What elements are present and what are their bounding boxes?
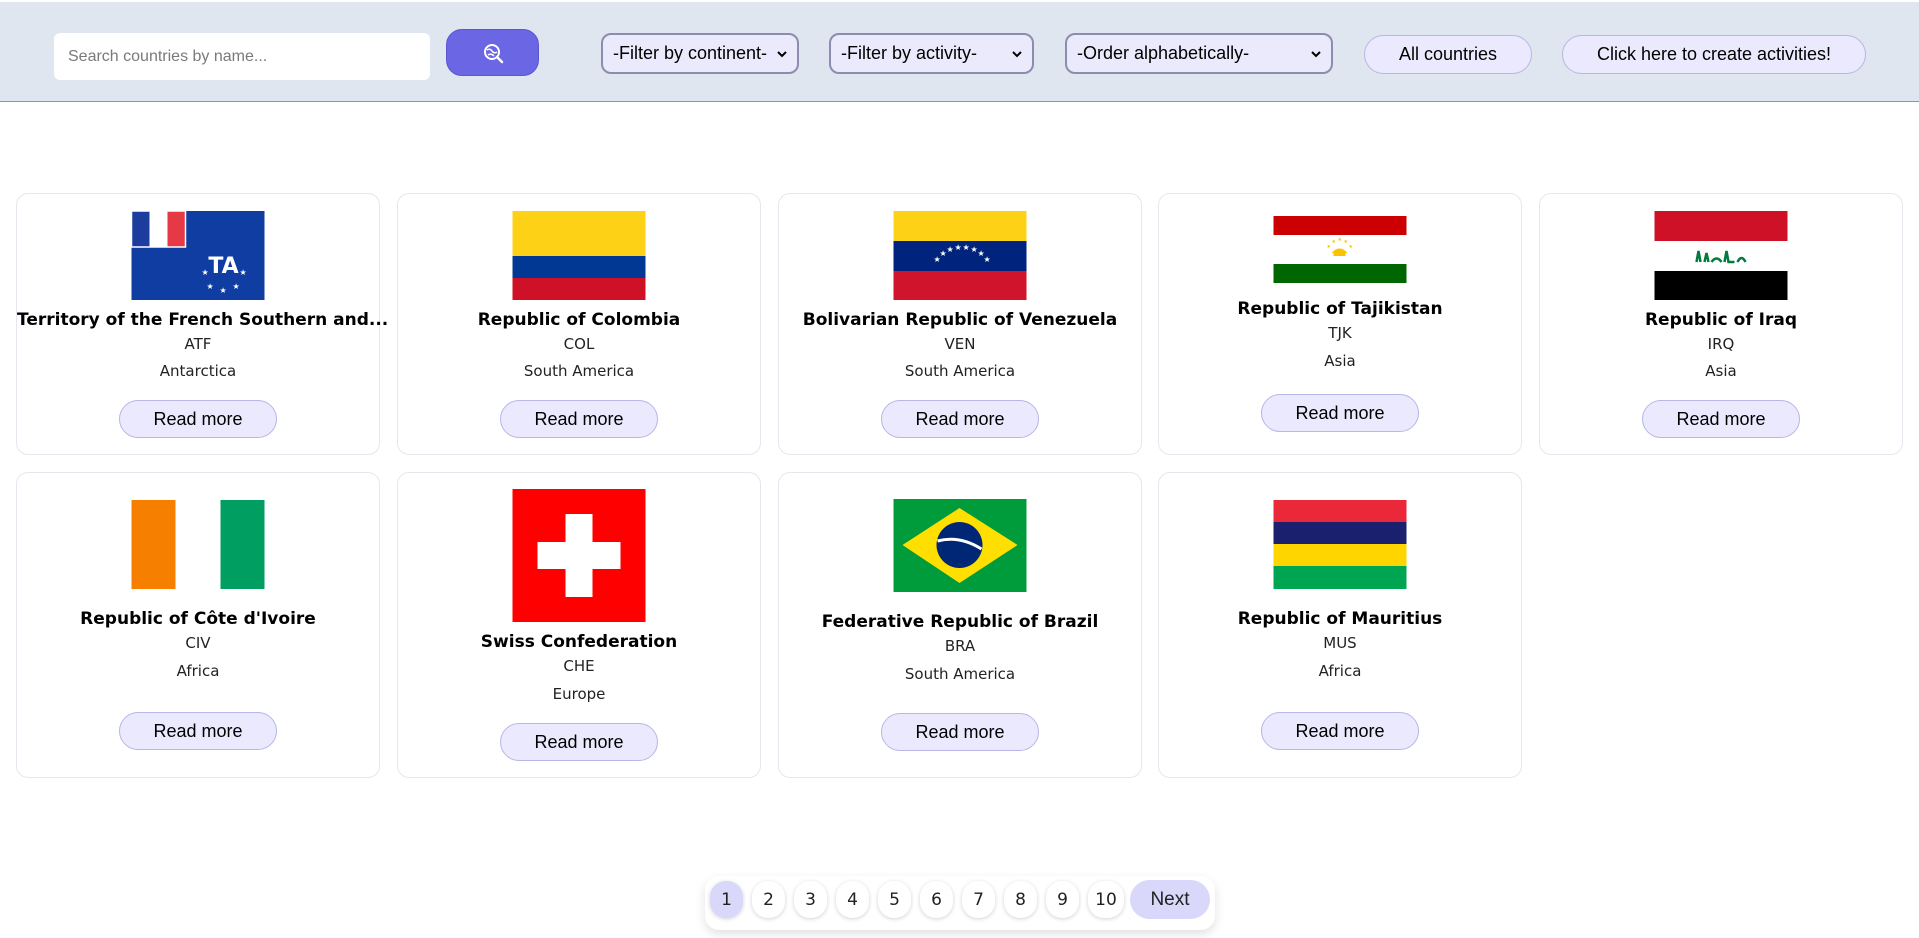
activity-filter-value: -Filter by activity- [841, 43, 978, 63]
country-name: Republic of Colombia [477, 310, 681, 330]
country-code: COL [563, 335, 595, 353]
svg-text:★: ★ [240, 268, 247, 277]
page-button-9[interactable]: 9 [1046, 881, 1079, 918]
country-continent: Asia [1705, 362, 1737, 380]
svg-text:★: ★ [207, 282, 214, 291]
venezuela-flag: ★★ ★ ★ ★ ★ ★★ [893, 211, 1027, 300]
country-continent: Europe [552, 685, 606, 703]
page-button-3[interactable]: 3 [794, 881, 827, 918]
read-more-button[interactable]: Read more [119, 400, 277, 438]
order-select[interactable]: -Order alphabetically- [1065, 33, 1333, 74]
tajikistan-flag: ★★ ★ ★★ [1273, 216, 1407, 283]
page-button-10[interactable]: 10 [1088, 881, 1124, 918]
country-card: Republic of Mauritius MUS Africa Read mo… [1158, 472, 1522, 778]
cote-divoire-flag [131, 500, 265, 589]
chevron-down-icon [1311, 50, 1321, 57]
country-card: ★ ★ ★ ★ ★ ★ ★ ★ Bolivarian Republic of Venezue… [778, 193, 1142, 455]
country-card: Swiss Confederation CHE Europe Read more [397, 472, 761, 778]
svg-text:★: ★ [220, 286, 227, 295]
chevron-down-icon [777, 50, 787, 57]
country-code: IRQ [1707, 335, 1735, 353]
read-more-button[interactable]: Read more [1642, 400, 1800, 438]
order-select-value: -Order alphabetically- [1077, 43, 1250, 63]
svg-text:★: ★ [1349, 244, 1354, 250]
country-card: Republic of Colombia COL South America R… [397, 193, 761, 455]
svg-text:★: ★ [202, 268, 209, 277]
country-continent: Africa [176, 662, 220, 680]
country-name: Bolivarian Republic of Venezuela [802, 310, 1118, 330]
country-name: Swiss Confederation [480, 632, 678, 652]
page-button-8[interactable]: 8 [1004, 881, 1037, 918]
switzerland-flag [512, 489, 646, 622]
svg-text:★: ★ [955, 243, 962, 252]
country-name: Federative Republic of Brazil [821, 612, 1099, 632]
country-code: CIV [185, 634, 211, 652]
search-input[interactable] [54, 33, 430, 80]
read-more-button[interactable]: Read more [500, 400, 658, 438]
iraq-flag [1654, 211, 1788, 300]
country-code: ATF [184, 335, 212, 353]
page-button-4[interactable]: 4 [836, 881, 869, 918]
svg-text:★: ★ [963, 243, 970, 252]
search-globe-icon [483, 43, 503, 63]
read-more-button[interactable]: Read more [1261, 712, 1419, 750]
country-card: ★ ★ ★ ★ ★ Republic of Tajikistan TJK Asia Re… [1158, 193, 1522, 455]
svg-text:★: ★ [1338, 237, 1343, 243]
svg-text:★: ★ [947, 245, 954, 254]
country-code: TJK [1328, 324, 1352, 342]
page-button-5[interactable]: 5 [878, 881, 911, 918]
continent-filter-value: -Filter by continent- [613, 43, 768, 63]
svg-text:TA: TA [208, 254, 238, 279]
page-button-1[interactable]: 1 [710, 881, 743, 918]
page-button-7[interactable]: 7 [962, 881, 995, 918]
country-continent: South America [904, 362, 1016, 380]
read-more-button[interactable]: Read more [881, 713, 1039, 751]
all-countries-button[interactable]: All countries [1364, 35, 1532, 74]
create-activities-button[interactable]: Click here to create activities! [1562, 35, 1866, 74]
country-continent: Asia [1324, 352, 1356, 370]
country-continent: South America [523, 362, 635, 380]
country-continent: Africa [1318, 662, 1362, 680]
read-more-button[interactable]: Read more [500, 723, 658, 761]
country-name: Territory of the French Southern and... [17, 310, 389, 330]
search-button[interactable] [446, 29, 539, 76]
page-button-6[interactable]: 6 [920, 881, 953, 918]
page-button-2[interactable]: 2 [752, 881, 785, 918]
mauritius-flag [1273, 500, 1407, 589]
pagination: 1 2 3 4 5 6 7 8 9 10 Next [705, 876, 1215, 930]
next-page-button[interactable]: Next [1130, 880, 1210, 919]
country-name: Republic of Côte d'Ivoire [80, 609, 316, 629]
activity-filter-select[interactable]: -Filter by activity- [829, 33, 1034, 74]
country-card: Republic of Iraq IRQ Asia Read more [1539, 193, 1903, 455]
brazil-flag [893, 499, 1027, 592]
country-code: BRA [944, 637, 976, 655]
country-code: MUS [1323, 634, 1357, 652]
country-name: Republic of Iraq [1644, 310, 1798, 330]
svg-text:★: ★ [984, 255, 991, 264]
country-card: TA ★ ★ ★ ★ ★ Territory of the French Sou… [16, 193, 389, 455]
svg-text:★: ★ [233, 282, 240, 291]
country-code: VEN [944, 335, 976, 353]
country-name: Republic of Tajikistan [1237, 299, 1443, 319]
continent-filter-select[interactable]: -Filter by continent- [601, 33, 799, 74]
country-code: CHE [563, 657, 595, 675]
top-toolbar: -Filter by continent- -Filter by activit… [0, 2, 1919, 102]
country-card: Republic of Côte d'Ivoire CIV Africa Rea… [16, 472, 380, 778]
country-card: Federative Republic of Brazil BRA South … [778, 472, 1142, 778]
country-name: Republic of Mauritius [1237, 609, 1443, 629]
french-southern-territories-flag: TA ★ ★ ★ ★ ★ [131, 211, 265, 300]
country-continent: South America [904, 665, 1016, 683]
read-more-button[interactable]: Read more [1261, 394, 1419, 432]
svg-text:★: ★ [1332, 239, 1337, 245]
chevron-down-icon [1012, 50, 1022, 57]
country-continent: Antarctica [159, 362, 237, 380]
read-more-button[interactable]: Read more [119, 712, 277, 750]
colombia-flag [512, 211, 646, 300]
read-more-button[interactable]: Read more [881, 400, 1039, 438]
